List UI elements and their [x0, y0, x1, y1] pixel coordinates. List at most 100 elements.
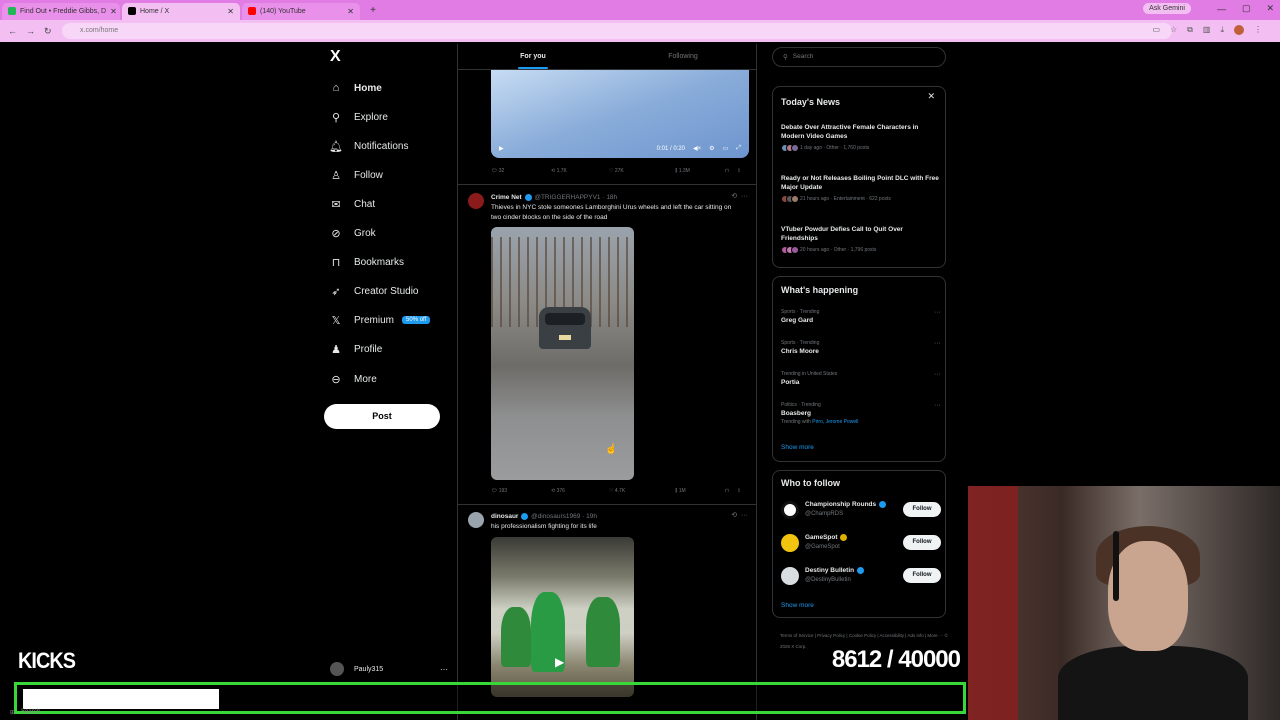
reply-button[interactable]: 💬︎ 193: [491, 488, 551, 494]
nav-creator-studio[interactable]: ➶ Creator Studio: [330, 285, 418, 298]
repost-button[interactable]: ⟲ 1.7K: [551, 168, 609, 174]
show-more-link[interactable]: Show more: [781, 444, 814, 451]
nav-grok[interactable]: ⊘ Grok: [330, 227, 375, 240]
news-item[interactable]: VTuber Powdur Defies Call to Quit Over F…: [781, 225, 941, 254]
maximize-icon[interactable]: ▢: [1242, 3, 1251, 14]
nav-profile[interactable]: ♟ Profile: [330, 343, 382, 356]
profile-avatar[interactable]: [1234, 25, 1244, 35]
youtube-icon: [248, 7, 256, 15]
close-tab-icon[interactable]: ✕: [110, 7, 117, 16]
share-icon[interactable]: ⇪: [737, 488, 741, 494]
follow-suggestion[interactable]: Destiny Bulletin @DestinyBulletin Follow: [781, 567, 941, 591]
address-bar[interactable]: x.com/home: [62, 23, 1172, 39]
video-player[interactable]: ▶ 0:01 / 0:20 ◀× ⚙ ▭ ⤢: [491, 70, 749, 158]
nav-follow[interactable]: ♙ Follow: [330, 169, 383, 182]
install-icon[interactable]: ▭: [1152, 25, 1160, 35]
pip-icon[interactable]: ▭: [723, 145, 729, 152]
follow-button[interactable]: Follow: [903, 568, 941, 583]
avatar[interactable]: [468, 512, 484, 528]
more-icon[interactable]: ···: [934, 371, 941, 378]
nav-chat[interactable]: ✉ Chat: [330, 198, 375, 211]
more-icon[interactable]: ···: [934, 309, 941, 316]
close-tab-icon[interactable]: ✕: [227, 7, 234, 16]
ask-gemini-button[interactable]: Ask Gemini: [1143, 3, 1191, 14]
tweet-text: Thieves in NYC stole someones Lamborghin…: [491, 204, 732, 221]
browser-tab-strip: Find Out • Freddie Gibbs, D ✕ Home / X ✕ (…: [0, 0, 1280, 20]
browser-tab-spotify[interactable]: Find Out • Freddie Gibbs, D ✕: [2, 2, 120, 20]
like-button[interactable]: ♡ 4.7K: [609, 488, 675, 494]
nav-premium[interactable]: 𝕏 Premium 50% off: [330, 314, 431, 327]
trend-item[interactable]: Politics · Trending Boasberg Trending with…: [781, 402, 941, 425]
reload-icon[interactable]: ↻: [44, 26, 54, 37]
play-icon[interactable]: ▶: [555, 655, 564, 669]
star-icon[interactable]: ☆: [1170, 25, 1177, 35]
more-icon[interactable]: ⟲ ···: [731, 192, 748, 200]
avatar-stack: [781, 144, 799, 152]
extension-icon[interactable]: ⧉: [1187, 25, 1193, 35]
share-icon[interactable]: ⇪: [737, 168, 741, 174]
back-icon[interactable]: ←: [8, 26, 18, 36]
new-tab-button[interactable]: +: [366, 5, 380, 16]
tweet-text: his professionalism fighting for its lif…: [491, 523, 597, 530]
fullscreen-icon[interactable]: ⤢: [736, 145, 741, 152]
sidebar-icon[interactable]: ▥: [1203, 25, 1211, 35]
bookmark-icon[interactable]: ⊓: [725, 488, 729, 494]
news-item[interactable]: Ready or Not Releases Boiling Point DLC …: [781, 174, 941, 203]
nav-explore[interactable]: ⚲ Explore: [330, 111, 388, 124]
browser-tab-x[interactable]: Home / X ✕: [122, 2, 240, 20]
avatar[interactable]: [468, 193, 484, 209]
tab-following[interactable]: Following: [608, 44, 756, 69]
more-icon[interactable]: ⟲ ···: [731, 511, 748, 519]
nav-more[interactable]: ⊖ More: [330, 373, 376, 386]
news-item[interactable]: Debate Over Attractive Female Characters…: [781, 123, 941, 152]
avatar: [781, 534, 799, 552]
nav-bookmarks[interactable]: ⊓ Bookmarks: [330, 256, 404, 269]
mute-icon[interactable]: ◀×: [693, 145, 701, 152]
follow-button[interactable]: Follow: [903, 535, 941, 550]
trend-item[interactable]: Sports · Trending Chris Moore ···: [781, 340, 941, 355]
tweet-author[interactable]: dinosaur @dinosaurs1969 · 19h: [491, 513, 597, 520]
minimize-icon[interactable]: —: [1217, 4, 1226, 14]
nav-notifications[interactable]: 🔔︎ Notifications: [329, 140, 408, 153]
bell-icon: 🔔︎: [329, 140, 343, 153]
repost-button[interactable]: ⟲ 376: [551, 488, 609, 494]
more-icon[interactable]: ···: [934, 402, 941, 409]
search-input[interactable]: ⚲ Search: [772, 47, 946, 67]
browser-tab-youtube[interactable]: (140) YouTube ✕: [242, 2, 360, 20]
tab-for-you[interactable]: For you: [458, 44, 608, 69]
trend-item[interactable]: Trending in United States Portia ···: [781, 371, 941, 386]
tweet-media-video[interactable]: ▶: [491, 537, 634, 697]
avatar-stack: [781, 195, 799, 203]
image-person: [586, 597, 620, 667]
close-icon[interactable]: ✕: [927, 91, 935, 102]
trend-item[interactable]: Sports · Trending Greg Gard ···: [781, 309, 941, 324]
settings-icon[interactable]: ⚙: [709, 145, 714, 152]
reply-button[interactable]: 💬︎ 32: [491, 168, 551, 174]
bookmark-icon[interactable]: ⊓: [725, 168, 729, 174]
play-icon[interactable]: ▶: [499, 145, 504, 152]
follow-suggestion[interactable]: Championship Rounds @ChampRDS Follow: [781, 501, 941, 525]
tweet-media-image[interactable]: [491, 227, 634, 480]
download-icon[interactable]: ⤓: [1220, 25, 1224, 35]
nav-home[interactable]: ⌂ Home: [330, 82, 382, 94]
like-button[interactable]: ♡ 27K: [609, 168, 675, 174]
follow-button[interactable]: Follow: [903, 502, 941, 517]
forward-icon[interactable]: →: [26, 26, 36, 36]
avatar: [781, 501, 799, 519]
more-icon[interactable]: ···: [934, 340, 941, 347]
menu-icon[interactable]: ⋮: [1254, 25, 1262, 35]
x-logo[interactable]: X: [330, 48, 341, 66]
views-count[interactable]: ⫼ 1.3M: [675, 168, 725, 174]
account-switcher[interactable]: Pauly315 ···: [330, 662, 448, 676]
views-count[interactable]: ⫼ 1M: [675, 488, 725, 494]
avatar: [781, 567, 799, 585]
taskbar-search[interactable]: Search: [21, 709, 40, 715]
close-tab-icon[interactable]: ✕: [347, 7, 354, 16]
tweet-author[interactable]: Crime Net @TRIGGERHAPPYV1 · 18h: [491, 194, 617, 201]
webcam-overlay: [968, 486, 1280, 720]
close-window-icon[interactable]: ✕: [1266, 3, 1274, 14]
follow-suggestion[interactable]: GameSpot @GameSpot Follow: [781, 534, 941, 558]
show-more-link[interactable]: Show more: [781, 602, 814, 609]
windows-icon[interactable]: ⊞: [10, 709, 15, 716]
post-button[interactable]: Post: [324, 404, 440, 429]
